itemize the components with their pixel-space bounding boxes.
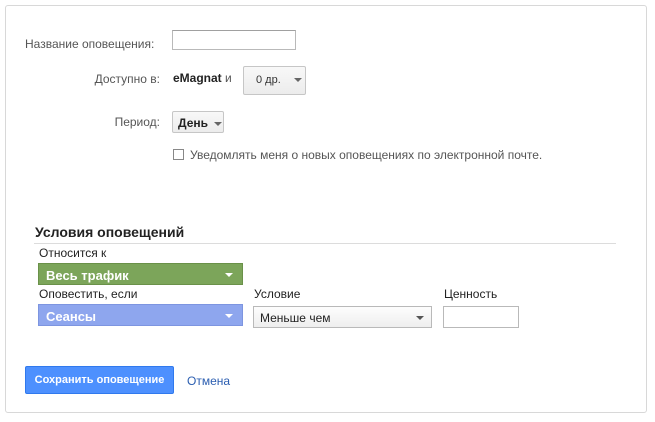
cancel-link[interactable]: Отмена bbox=[187, 374, 230, 388]
account-name: eMagnat и bbox=[173, 71, 232, 85]
chevron-down-icon bbox=[214, 121, 223, 126]
period-label: Период: bbox=[114, 115, 160, 129]
value-input[interactable] bbox=[443, 306, 519, 328]
chevron-down-icon bbox=[225, 314, 233, 318]
applies-to-value: Весь трафик bbox=[46, 268, 129, 283]
value-label: Ценность bbox=[444, 287, 498, 301]
save-alert-button[interactable]: Сохранить оповещение bbox=[25, 366, 174, 394]
alert-name-label: Название оповещения: bbox=[25, 37, 155, 51]
applies-to-label: Относится к bbox=[39, 246, 107, 260]
email-notify-checkbox[interactable] bbox=[173, 149, 184, 160]
condition-select[interactable]: Меньше чем bbox=[253, 306, 432, 328]
alert-name-input[interactable] bbox=[172, 30, 296, 50]
and-label: и bbox=[225, 71, 232, 85]
account-name-text: eMagnat bbox=[173, 71, 222, 85]
condition-label: Условие bbox=[254, 287, 301, 301]
conditions-title: Условия оповещений bbox=[35, 224, 185, 240]
conditions-divider bbox=[34, 243, 616, 244]
metric-dropdown[interactable]: Сеансы bbox=[38, 304, 243, 326]
period-value: День bbox=[178, 116, 208, 130]
other-views-count: 0 др. bbox=[256, 74, 281, 86]
metric-value: Сеансы bbox=[46, 309, 97, 324]
applies-to-dropdown[interactable]: Весь трафик bbox=[38, 263, 243, 285]
available-in-label: Доступно в: bbox=[94, 72, 160, 86]
alert-form-panel bbox=[5, 5, 647, 413]
email-notify-label: Уведомлять меня о новых оповещениях по э… bbox=[190, 148, 543, 162]
chevron-down-icon bbox=[416, 316, 424, 320]
other-views-dropdown[interactable]: 0 др. bbox=[243, 66, 306, 95]
chevron-down-icon bbox=[225, 273, 233, 277]
period-dropdown[interactable]: День bbox=[172, 111, 224, 133]
chevron-down-icon bbox=[293, 78, 302, 83]
alert-if-label: Оповестить, если bbox=[39, 287, 138, 301]
condition-value: Меньше чем bbox=[260, 311, 331, 325]
